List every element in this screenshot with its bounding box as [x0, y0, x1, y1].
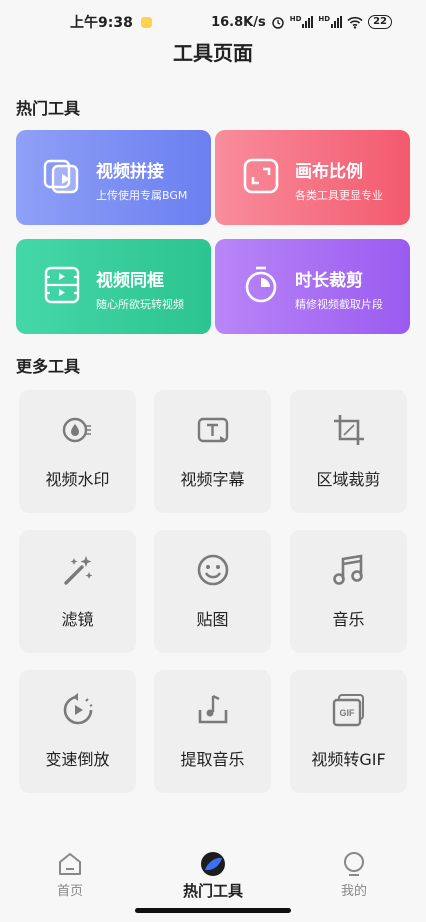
hot-card-desc: 上传使用专属BGM — [96, 189, 188, 202]
music-note-icon — [333, 554, 363, 585]
hot-card-desc: 精修视频截取片段 — [295, 298, 383, 311]
page-title: 工具页面 — [173, 41, 253, 65]
crop-icon — [334, 415, 364, 445]
hot-card-name: 视频同框 — [96, 271, 164, 291]
tile-filter[interactable]: 滤镜 — [19, 530, 136, 653]
svg-text:GIF: GIF — [340, 708, 356, 718]
gif-icon: GIF — [332, 694, 364, 727]
hot-card-video-merge[interactable]: 视频拼接 上传使用专属BGM — [16, 130, 211, 225]
battery-icon: 22 — [368, 15, 392, 29]
tile-extract-music[interactable]: 提取音乐 — [154, 670, 271, 793]
tile-label: 视频水印 — [45, 470, 110, 489]
tile-label: 音乐 — [332, 610, 365, 629]
alarm-icon — [271, 17, 284, 29]
nav-label: 我的 — [340, 884, 367, 899]
more-tools-section-title: 更多工具 — [16, 357, 81, 376]
tile-music[interactable]: 音乐 — [290, 530, 407, 653]
filter-wand-icon — [64, 556, 93, 585]
nav-label: 热门工具 — [182, 882, 243, 900]
watermark-icon — [62, 417, 91, 443]
canvas-ratio-icon — [243, 158, 279, 194]
signal-2-icon: HD — [318, 15, 343, 28]
home-icon — [59, 853, 81, 875]
tile-area-crop[interactable]: 区域裁剪 — [290, 390, 407, 513]
home-indicator-bar[interactable] — [135, 908, 291, 913]
nav-item-profile[interactable]: 我的 — [294, 850, 414, 899]
tile-video-to-gif[interactable]: GIF 视频转GIF — [290, 670, 407, 793]
hot-card-name: 画布比例 — [295, 162, 363, 182]
wifi-icon — [347, 16, 363, 29]
tile-speed-reverse[interactable]: 变速倒放 — [19, 670, 136, 793]
profile-icon — [344, 852, 364, 876]
message-notification-icon — [140, 16, 152, 28]
hot-card-canvas-ratio[interactable]: 画布比例 各类工具更显专业 — [215, 130, 410, 225]
hot-card-name: 视频拼接 — [96, 162, 164, 182]
video-merge-icon — [43, 159, 79, 194]
status-right: 16.8K/s HD HD 22 — [211, 15, 392, 30]
net-speed: 16.8K/s — [211, 14, 266, 30]
speed-reverse-icon — [63, 693, 93, 725]
nav-item-home[interactable]: 首页 — [10, 850, 130, 899]
tile-video-watermark[interactable]: 视频水印 — [19, 390, 136, 513]
nav-item-hot-tools[interactable]: 热门工具 — [153, 850, 273, 901]
tile-label: 滤镜 — [61, 610, 94, 629]
hot-tools-icon — [201, 852, 225, 876]
video-frame-icon — [44, 266, 80, 304]
hot-card-name: 时长裁剪 — [295, 271, 363, 291]
hot-tools-section-title: 热门工具 — [16, 99, 81, 118]
tile-label: 区域裁剪 — [316, 470, 381, 489]
status-left: 上午9:38 — [70, 12, 152, 32]
tile-label: 变速倒放 — [45, 750, 110, 769]
hot-card-desc: 随心所欲玩转视频 — [96, 298, 184, 311]
subtitle-icon — [197, 417, 229, 443]
tile-label: 贴图 — [196, 610, 229, 629]
timer-icon — [245, 266, 277, 303]
sticker-smile-icon — [197, 554, 229, 586]
tile-label: 视频字幕 — [180, 470, 245, 489]
tile-video-subtitle[interactable]: 视频字幕 — [154, 390, 271, 513]
nav-label: 首页 — [56, 884, 83, 899]
signal-2-hd: HD — [318, 15, 331, 23]
tile-sticker[interactable]: 贴图 — [154, 530, 271, 653]
signal-1-icon: HD — [290, 16, 314, 28]
hot-card-video-frame[interactable]: 视频同框 随心所欲玩转视频 — [16, 239, 211, 334]
status-bar: 上午9:38 16.8K/s HD HD 22 — [0, 0, 426, 44]
tile-label: 视频转GIF — [311, 750, 386, 769]
signal-1-hd: HD — [289, 15, 302, 23]
status-time: 上午9:38 — [70, 15, 133, 31]
hot-card-desc: 各类工具更显专业 — [295, 189, 383, 202]
extract-music-icon — [198, 694, 228, 724]
hot-card-duration-trim[interactable]: 时长裁剪 精修视频截取片段 — [215, 239, 410, 334]
tile-label: 提取音乐 — [180, 750, 245, 769]
